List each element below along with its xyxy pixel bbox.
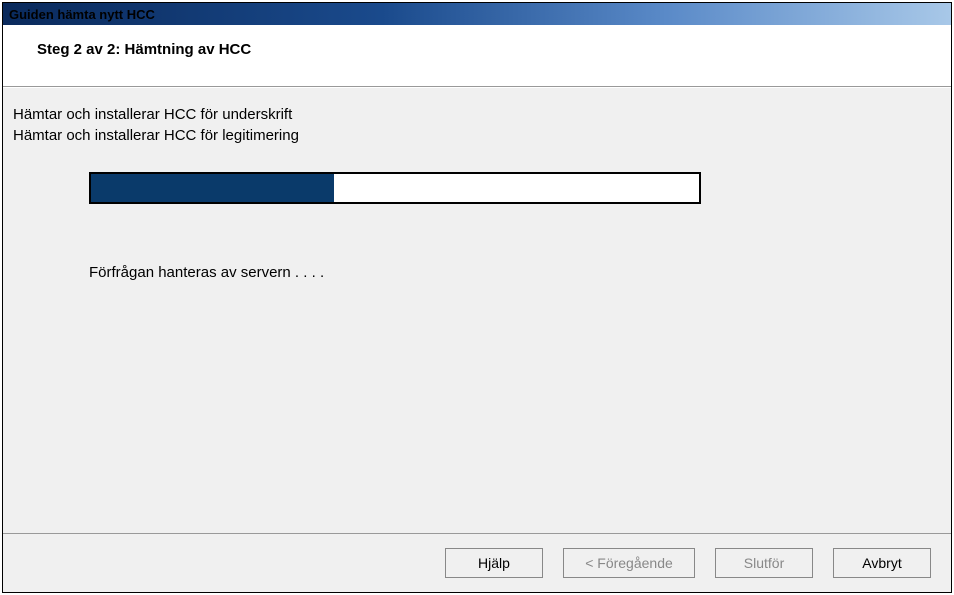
button-bar: Hjälp < Föregående Slutför Avbryt [3, 533, 951, 592]
wizard-window: Guiden hämta nytt HCC Steg 2 av 2: Hämtn… [2, 2, 952, 593]
help-button[interactable]: Hjälp [445, 548, 543, 578]
status-line-2: Hämtar och installerar HCC för legitimer… [11, 127, 943, 144]
window-title: Guiden hämta nytt HCC [9, 7, 155, 22]
cancel-button[interactable]: Avbryt [833, 548, 931, 578]
previous-button[interactable]: < Föregående [563, 548, 695, 578]
content-section: Hämtar och installerar HCC för underskri… [3, 87, 951, 533]
server-message: Förfrågan hanteras av servern . . . . [89, 264, 943, 281]
status-line-1: Hämtar och installerar HCC för underskri… [11, 106, 943, 123]
header-section: Steg 2 av 2: Hämtning av HCC [3, 25, 951, 87]
step-title: Steg 2 av 2: Hämtning av HCC [37, 41, 943, 58]
title-bar: Guiden hämta nytt HCC [3, 3, 951, 25]
finish-button[interactable]: Slutför [715, 548, 813, 578]
progress-bar [89, 172, 701, 204]
progress-fill [91, 174, 334, 202]
